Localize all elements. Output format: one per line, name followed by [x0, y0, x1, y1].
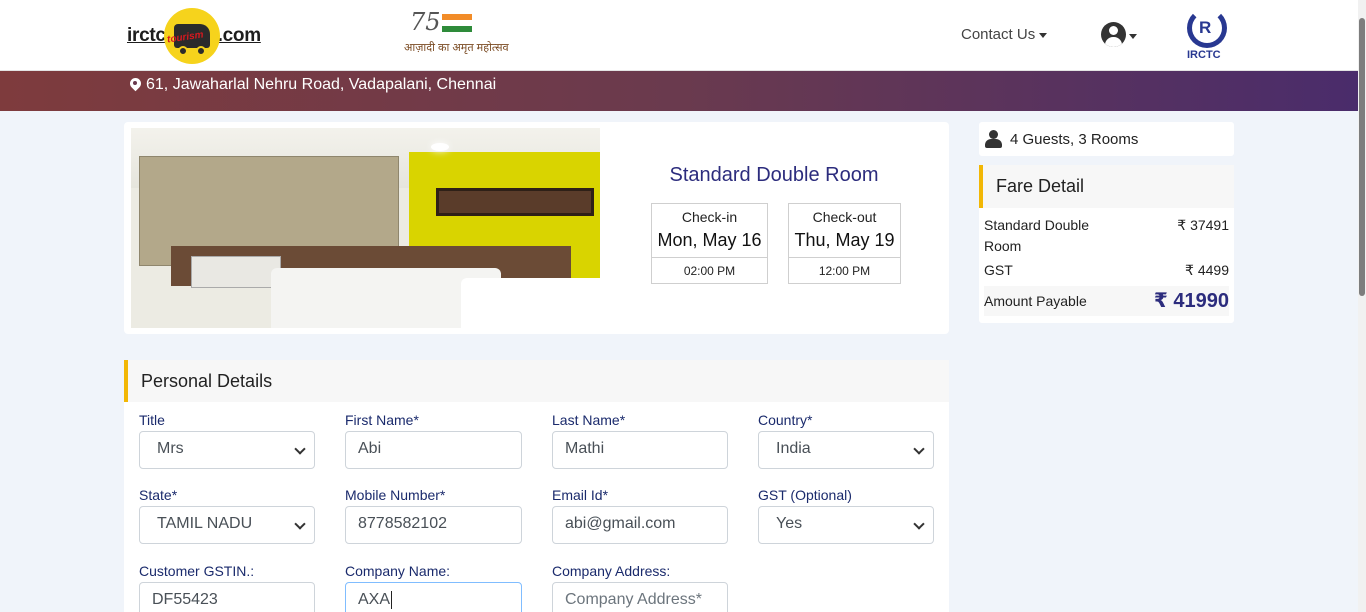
checkin-time: 02:00 PM — [652, 257, 767, 278]
logo-suffix: .com — [217, 25, 261, 46]
first-name-value: Abi — [358, 440, 382, 457]
last-name-value: Mathi — [565, 440, 605, 457]
guests-rooms-text: 4 Guests, 3 Rooms — [1010, 130, 1139, 148]
fare-detail-title: Fare Detail — [979, 165, 1234, 208]
last-name-label: Last Name* — [552, 412, 626, 428]
azadi-ka-amrit-mahotsav-logo: 75 आज़ादी का अमृत महोत्सव — [404, 8, 509, 62]
irctc-tourism-logo[interactable]: irctc tourism .com — [127, 8, 261, 64]
mobile-number-label: Mobile Number* — [345, 487, 446, 503]
last-name-input[interactable]: Mathi — [552, 431, 728, 469]
wheel-icon — [177, 46, 188, 56]
state-select[interactable]: TAMIL NADU — [139, 506, 315, 544]
checkout-time: 12:00 PM — [789, 257, 900, 278]
fare-detail-card: Fare Detail Standard Double Room ₹ 37491… — [979, 165, 1234, 323]
logo-train-emblem: tourism — [163, 8, 220, 64]
checkin-label: Check-in — [681, 209, 738, 225]
caret-down-icon — [1039, 32, 1048, 38]
hotel-address: 61, Jawaharlal Nehru Road, Vadapalani, C… — [130, 76, 496, 94]
user-icon — [985, 130, 1002, 148]
state-value: TAMIL NADU — [157, 515, 253, 532]
company-name-value: AXA — [358, 591, 391, 609]
room-summary-card: Standard Double Room Check-in Mon, May 1… — [124, 122, 949, 334]
checkout-date: Thu, May 19 — [794, 230, 895, 250]
fare-row-label: Standard Double Room — [984, 217, 1090, 254]
customer-gstin-input[interactable]: DF55423 — [139, 582, 315, 612]
user-circle-icon — [1101, 22, 1126, 47]
company-address-input[interactable]: Company Address* — [552, 582, 728, 612]
flag-icon — [442, 14, 472, 32]
checkin-date: Mon, May 16 — [657, 230, 762, 250]
personal-details-section: Personal Details Title Mrs First Name* A… — [124, 360, 949, 612]
guests-rooms-summary: 4 Guests, 3 Rooms — [979, 122, 1234, 156]
checkin-box: Check-in Mon, May 16 02:00 PM — [651, 203, 768, 284]
email-value: abi@gmail.com — [565, 515, 676, 532]
text-cursor — [391, 591, 393, 609]
azadi-number: 75 — [410, 8, 441, 36]
wheel-icon — [195, 46, 206, 56]
title-label: Title — [139, 412, 165, 428]
checkout-box: Check-out Thu, May 19 12:00 PM — [788, 203, 901, 284]
contact-us-dropdown[interactable]: Contact Us — [961, 26, 1048, 43]
fare-row-total: Amount Payable ₹ 41990 — [984, 286, 1229, 316]
irctc-logo[interactable]: R IRCTC — [1184, 8, 1230, 62]
fare-row-value: ₹ 37491 — [1177, 217, 1229, 233]
country-label: Country* — [758, 412, 813, 428]
title-value: Mrs — [157, 440, 184, 457]
company-address-placeholder: Company Address* — [565, 591, 702, 608]
page-scrollbar[interactable] — [1358, 0, 1366, 612]
customer-gstin-value: DF55423 — [152, 591, 218, 608]
fare-row-room: Standard Double Room ₹ 37491 — [984, 215, 1229, 255]
amount-payable-value: ₹ 41990 — [1153, 290, 1229, 312]
scrollbar-thumb[interactable] — [1359, 18, 1365, 296]
room-type-title: Standard Double Room — [669, 164, 879, 186]
gst-select[interactable]: Yes — [758, 506, 934, 544]
company-address-label: Company Address: — [552, 563, 671, 579]
caret-down-icon — [1129, 34, 1137, 39]
irctc-logo-mark: R — [1199, 18, 1212, 37]
azadi-caption: आज़ादी का अमृत महोत्सव — [404, 42, 509, 54]
fare-row-gst: GST ₹ 4499 — [984, 262, 1229, 278]
country-value: India — [776, 440, 811, 457]
contact-us-label: Contact Us — [961, 26, 1036, 43]
email-input[interactable]: abi@gmail.com — [552, 506, 728, 544]
room-photo — [131, 128, 600, 328]
first-name-input[interactable]: Abi — [345, 431, 522, 469]
country-select[interactable]: India — [758, 431, 934, 469]
gst-value: Yes — [776, 515, 803, 532]
user-account-menu[interactable] — [1101, 22, 1141, 48]
logo-prefix: irctc — [127, 25, 166, 46]
title-select[interactable]: Mrs — [139, 431, 315, 469]
mobile-number-value: 8778582102 — [358, 515, 447, 532]
checkout-label: Check-out — [812, 209, 877, 225]
customer-gstin-label: Customer GSTIN.: — [139, 563, 255, 579]
top-navbar: irctc tourism .com 75 आज़ादी का अमृत महो… — [0, 0, 1358, 71]
first-name-label: First Name* — [345, 412, 419, 428]
mobile-number-input[interactable]: 8778582102 — [345, 506, 522, 544]
hotel-address-bar: 61, Jawaharlal Nehru Road, Vadapalani, C… — [0, 71, 1358, 111]
irctc-logo-label: IRCTC — [1187, 49, 1221, 61]
email-label: Email Id* — [552, 487, 609, 503]
hotel-address-text: 61, Jawaharlal Nehru Road, Vadapalani, C… — [146, 76, 497, 93]
personal-details-title: Personal Details — [124, 360, 949, 402]
company-name-input[interactable]: AXA — [345, 582, 522, 612]
gst-optional-label: GST (Optional) — [758, 487, 852, 503]
state-label: State* — [139, 487, 178, 503]
fare-row-value: ₹ 4499 — [1185, 262, 1229, 278]
map-pin-icon — [130, 78, 141, 92]
company-name-label: Company Name: — [345, 563, 451, 579]
